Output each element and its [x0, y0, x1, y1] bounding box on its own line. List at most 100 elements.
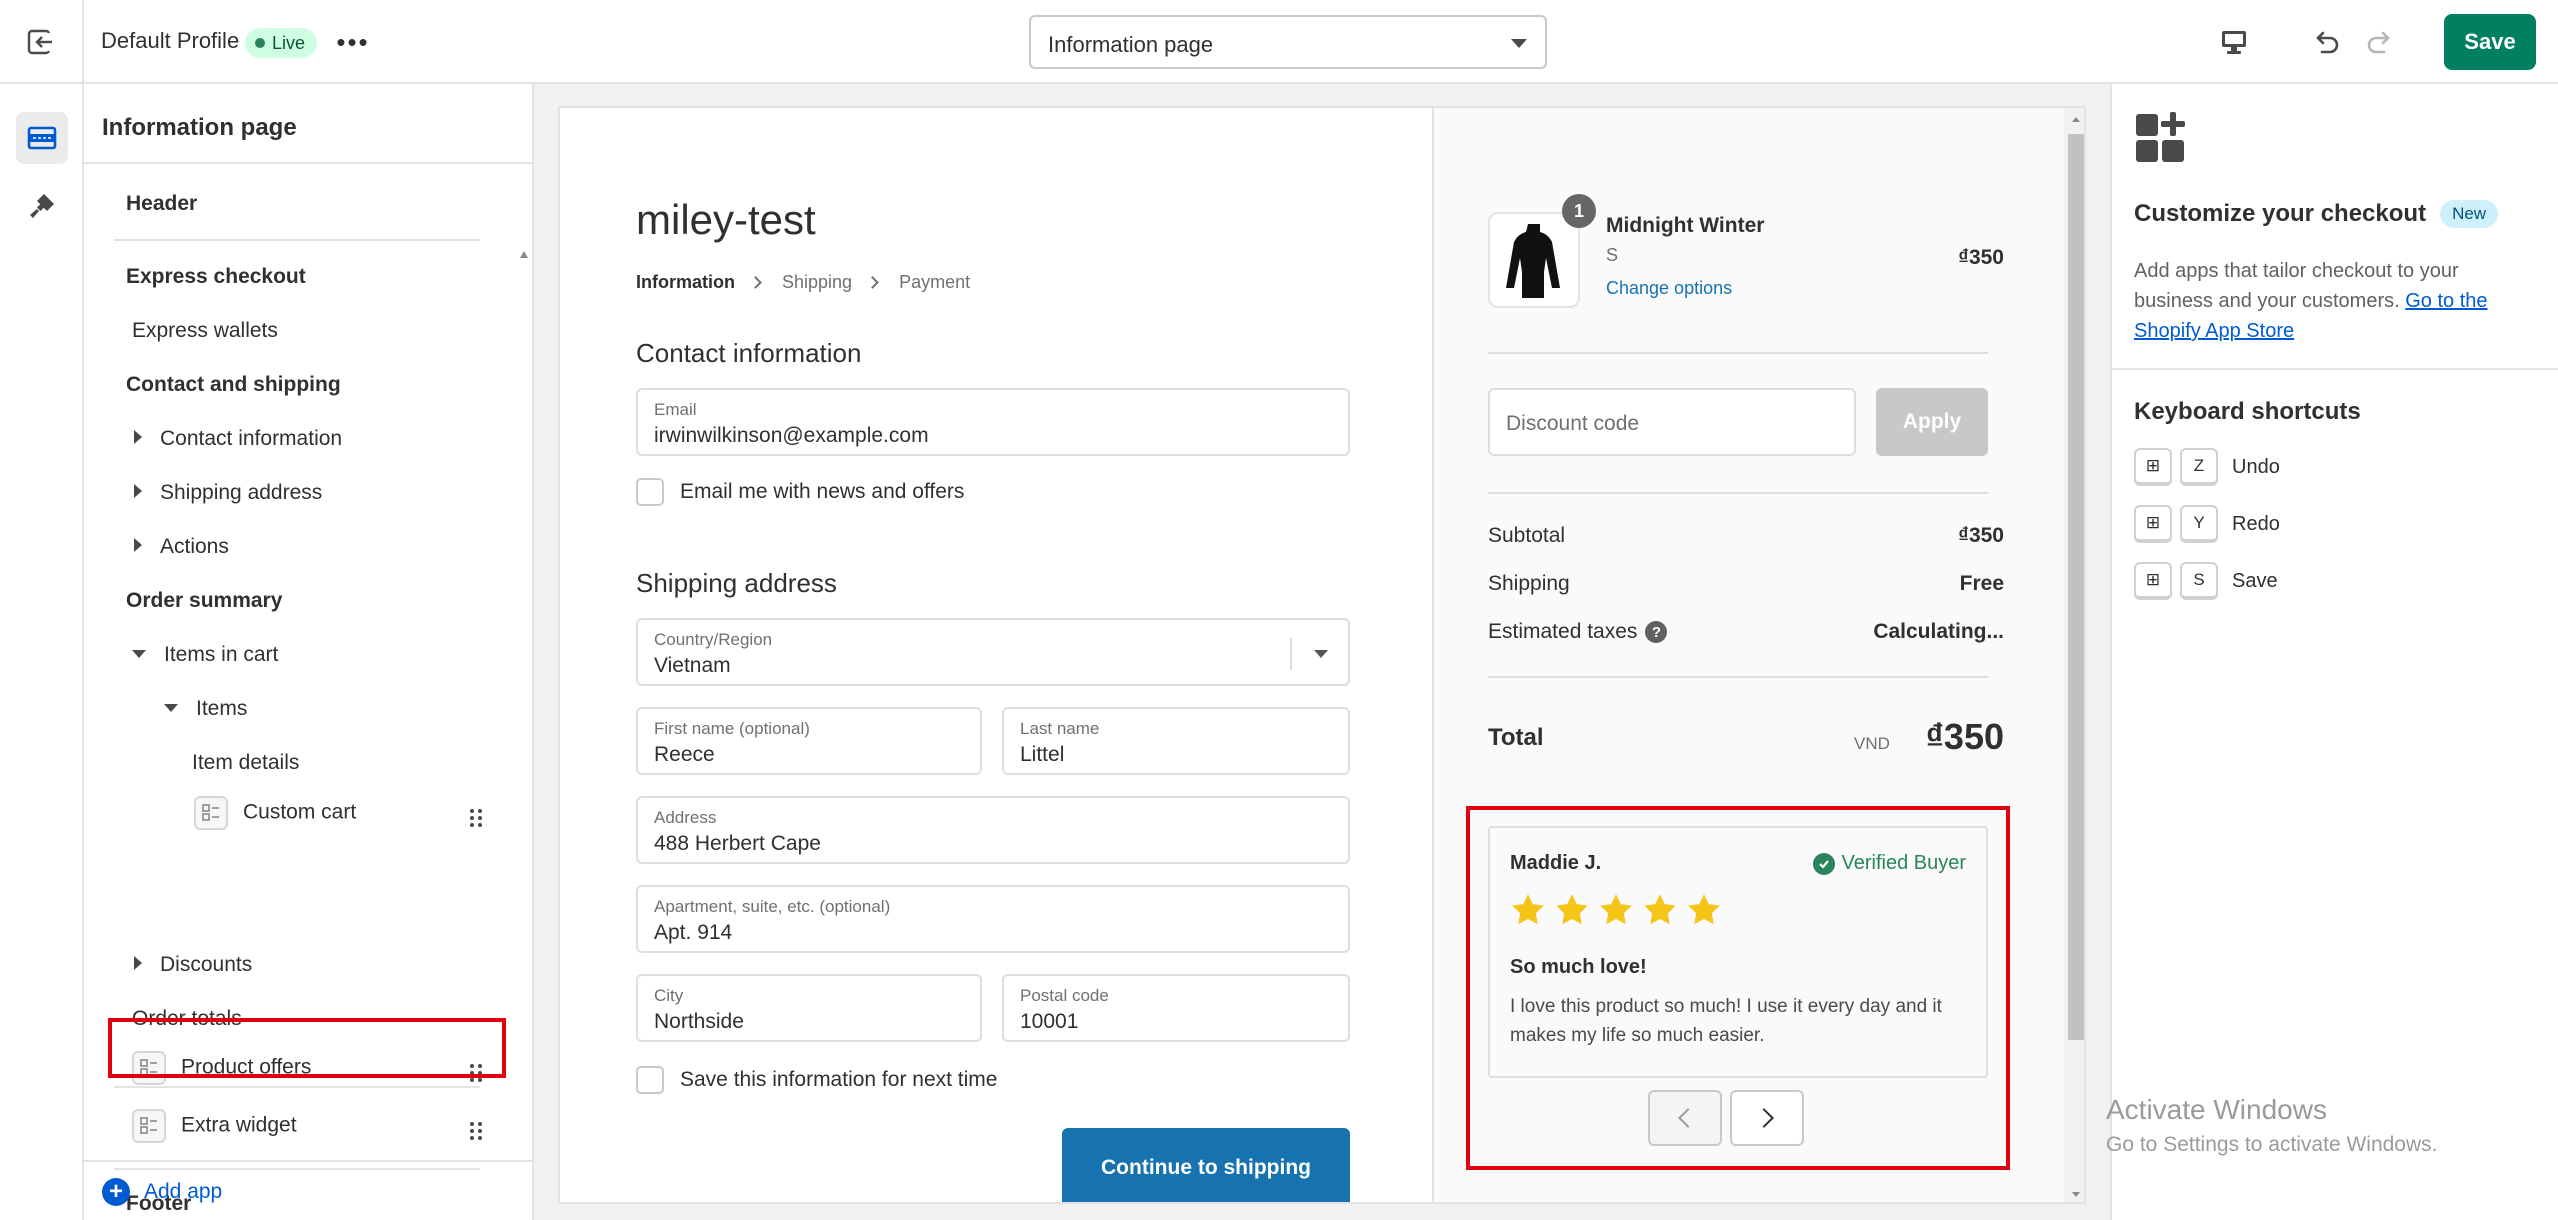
- field-value: Reece: [654, 743, 715, 766]
- divider: [1290, 638, 1292, 670]
- customize-title: Customize your checkout New: [2134, 200, 2499, 228]
- divider: [114, 1086, 480, 1088]
- block-discounts[interactable]: Discounts: [134, 953, 252, 977]
- field-label: Email: [654, 400, 697, 419]
- checkbox[interactable]: [636, 1066, 664, 1094]
- shortcut-redo: ⊞ Y Redo: [2134, 505, 2280, 543]
- divider: [1488, 676, 1988, 678]
- field-value: 488 Herbert Cape: [654, 832, 821, 855]
- undo-icon[interactable]: [2306, 22, 2346, 62]
- apartment-field[interactable]: Apartment, suite, etc. (optional) Apt. 9…: [636, 885, 1350, 953]
- address-field[interactable]: Address 488 Herbert Cape: [636, 796, 1350, 864]
- save-button[interactable]: Save: [2444, 14, 2536, 70]
- section-contact-shipping[interactable]: Contact and shipping: [126, 373, 341, 397]
- app-block-icon: [194, 796, 228, 830]
- checkbox-label: Email me with news and offers: [680, 480, 965, 503]
- taxes-row: Estimated taxes ?: [1488, 620, 1668, 644]
- block-items[interactable]: Items: [164, 697, 247, 721]
- breadcrumb-payment[interactable]: Payment: [899, 272, 970, 293]
- shortcut-label: Save: [2232, 569, 2278, 592]
- block-extra-widget[interactable]: Extra widget: [132, 1109, 297, 1143]
- email-field[interactable]: Email irwinwilkinson@example.com: [636, 388, 1350, 456]
- customize-title-text: Customize your checkout: [2134, 200, 2427, 227]
- scroll-up-icon[interactable]: [2064, 108, 2086, 132]
- panel-scrollbar[interactable]: [514, 168, 534, 1220]
- last-name-field[interactable]: Last name Littel: [1002, 707, 1350, 775]
- order-summary: 1 Midnight Winter S Change options ₫350 …: [1432, 108, 2064, 1202]
- caret-down-icon: [1511, 39, 1527, 48]
- breadcrumb: Information Shipping Payment: [636, 272, 970, 293]
- field-label: Apartment, suite, etc. (optional): [654, 897, 891, 916]
- subtotal-value: ₫350: [1958, 524, 2004, 547]
- collapse-icon: [164, 704, 178, 712]
- help-icon[interactable]: ?: [1645, 621, 1668, 643]
- shortcut-label: Redo: [2232, 512, 2280, 535]
- block-custom-cart[interactable]: Custom cart: [194, 796, 356, 830]
- live-label: Live: [272, 32, 306, 53]
- field-value: Northside: [654, 1010, 744, 1033]
- top-bar: Default Profile Live ••• Information pag…: [0, 0, 2558, 84]
- apply-discount-button[interactable]: Apply: [1876, 388, 1988, 456]
- block-contact-information[interactable]: Contact information: [134, 427, 342, 451]
- discount-code-input[interactable]: Discount code: [1488, 388, 1856, 456]
- section-header[interactable]: Header: [126, 192, 197, 216]
- breadcrumb-shipping[interactable]: Shipping: [782, 272, 852, 293]
- drag-handle-icon[interactable]: [469, 808, 483, 828]
- live-badge: Live: [245, 28, 318, 58]
- sections-icon[interactable]: [16, 112, 68, 164]
- scrollbar-thumb[interactable]: [2068, 134, 2084, 1040]
- block-actions[interactable]: Actions: [134, 535, 229, 559]
- shipping-label: Shipping: [1488, 572, 1570, 595]
- panel-title: Information page: [102, 114, 297, 141]
- shortcut-key: S: [2180, 562, 2218, 600]
- caret-down-icon: [1314, 650, 1328, 658]
- continue-to-shipping-button[interactable]: Continue to shipping: [1062, 1128, 1350, 1202]
- product-name: Midnight Winter: [1606, 214, 1765, 237]
- exit-icon[interactable]: [0, 0, 84, 84]
- breadcrumb-information[interactable]: Information: [636, 272, 735, 293]
- block-item-details[interactable]: Item details: [192, 751, 299, 775]
- block-shipping-address[interactable]: Shipping address: [134, 481, 322, 505]
- divider: [114, 239, 480, 241]
- preview-scrollbar[interactable]: [2064, 108, 2086, 1204]
- shortcut-key: Y: [2180, 505, 2218, 543]
- highlight-extra-widget: [108, 1018, 506, 1078]
- add-apps-icon: [2136, 112, 2185, 162]
- change-options-link[interactable]: Change options: [1606, 278, 1732, 299]
- section-order-summary[interactable]: Order summary: [126, 589, 282, 613]
- theme-brush-icon[interactable]: [16, 180, 68, 232]
- block-items-in-cart[interactable]: Items in cart: [132, 643, 278, 667]
- postal-code-field[interactable]: Postal code 10001: [1002, 974, 1350, 1042]
- shipping-title: Shipping address: [636, 568, 837, 598]
- add-app-label: Add app: [144, 1180, 223, 1203]
- page-select[interactable]: Information page: [1029, 15, 1547, 69]
- redo-icon[interactable]: [2360, 22, 2400, 62]
- divider: [84, 1160, 534, 1162]
- more-actions-button[interactable]: •••: [333, 26, 373, 58]
- taxes-label: Estimated taxes: [1488, 620, 1638, 643]
- section-express-checkout[interactable]: Express checkout: [126, 265, 306, 289]
- profile-name: Default Profile: [101, 28, 240, 53]
- block-express-wallets[interactable]: Express wallets: [132, 319, 278, 343]
- expand-icon: [134, 430, 142, 444]
- shortcuts-title: Keyboard shortcuts: [2134, 398, 2361, 425]
- product-variant: S: [1606, 245, 1619, 265]
- field-value: Apt. 914: [654, 921, 733, 944]
- discount-placeholder: Discount code: [1506, 412, 1640, 435]
- add-app-button[interactable]: + Add app: [102, 1178, 222, 1206]
- city-field[interactable]: City Northside: [636, 974, 982, 1042]
- drag-handle-icon[interactable]: [469, 1121, 483, 1141]
- checkbox[interactable]: [636, 478, 664, 506]
- total-label: Total: [1488, 724, 1544, 751]
- save-info-checkbox[interactable]: Save this information for next time: [636, 1066, 997, 1094]
- divider: [1488, 492, 1988, 494]
- newsletter-checkbox[interactable]: Email me with news and offers: [636, 478, 964, 506]
- new-badge: New: [2440, 200, 2499, 228]
- first-name-field[interactable]: First name (optional) Reece: [636, 707, 982, 775]
- expand-icon: [134, 538, 142, 552]
- scroll-down-icon[interactable]: [2064, 1182, 2086, 1204]
- info-panel: Customize your checkout New Add apps tha…: [2110, 84, 2558, 1220]
- country-select[interactable]: Country/Region Vietnam: [636, 618, 1350, 686]
- desktop-preview-icon[interactable]: [2214, 22, 2254, 62]
- field-label: Postal code: [1020, 986, 1109, 1005]
